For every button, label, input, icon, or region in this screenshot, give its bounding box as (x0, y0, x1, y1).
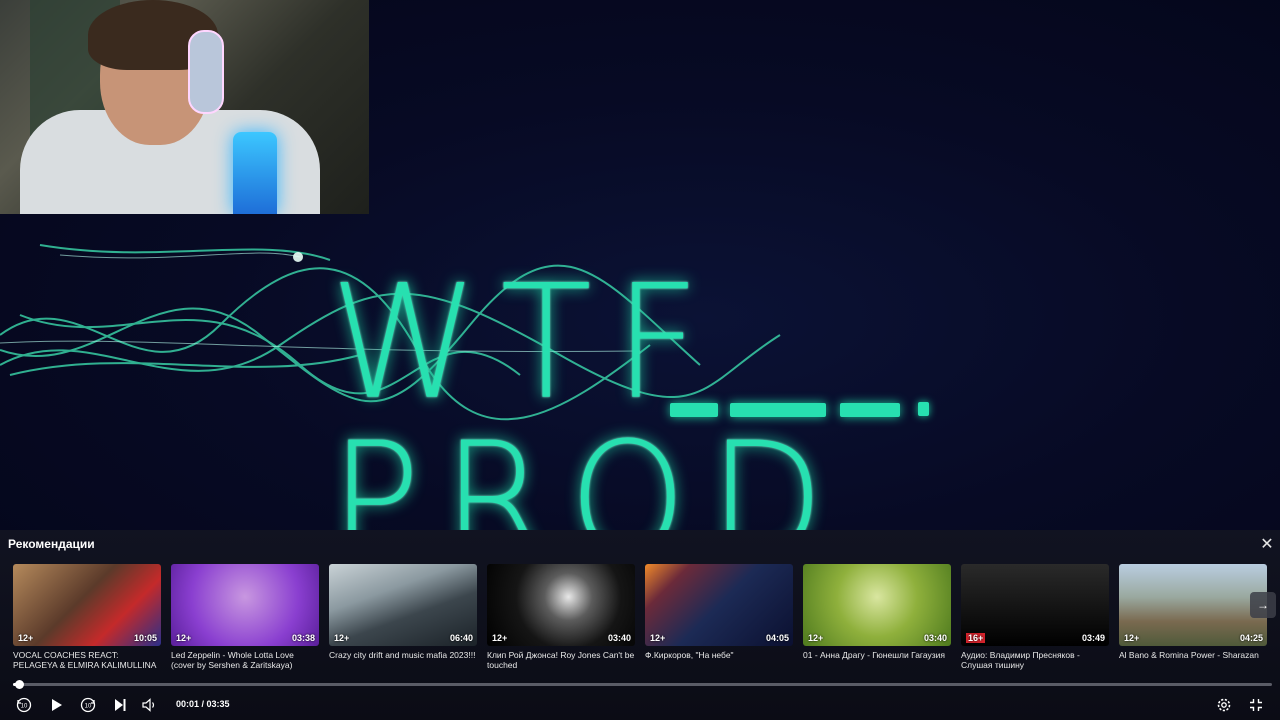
duration-badge: 04:25 (1239, 633, 1263, 643)
progress-bar[interactable] (13, 680, 1272, 689)
rewind-10-icon[interactable]: 10 (14, 696, 34, 714)
card-title[interactable]: Ф.Киркоров, "На небе" (645, 650, 793, 670)
time-display: 00:01 / 03:35 (176, 699, 230, 709)
video-thumbnail[interactable]: 12+ 10:05 (13, 564, 161, 646)
age-rating-badge: 12+ (492, 633, 508, 643)
recommendation-card[interactable]: 12+ 03:40 01 - Анна Драгу - Гюнешли Гага… (803, 564, 951, 670)
arrow-right-icon[interactable]: → (1250, 592, 1276, 618)
duration-badge: 04:05 (765, 633, 789, 643)
brand-logo-text: WTF PROD (330, 251, 847, 530)
webcam-overlay (0, 0, 369, 214)
video-thumbnail[interactable]: 12+ 03:40 (803, 564, 951, 646)
video-thumbnail[interactable]: 12+ 03:40 (487, 564, 635, 646)
age-rating-badge: 12+ (176, 633, 192, 643)
svg-text:10: 10 (21, 704, 28, 710)
card-title[interactable]: Аудио: Владимир Пресняков - Слушая тишин… (961, 650, 1109, 670)
svg-text:10: 10 (85, 704, 92, 710)
video-thumbnail[interactable]: 12+ 04:25 (1119, 564, 1267, 646)
card-title[interactable]: VOCAL COACHES REACT: PELAGEYA & ELMIRA K… (13, 650, 161, 670)
duration-badge: 03:40 (923, 633, 947, 643)
volume-icon[interactable] (140, 696, 160, 714)
recommendation-card[interactable]: 12+ 04:05 Ф.Киркоров, "На небе" (645, 564, 793, 670)
recommendation-card[interactable]: 12+ 10:05 VOCAL COACHES REACT: PELAGEYA … (13, 564, 161, 670)
close-icon[interactable]: ✕ (1259, 537, 1275, 553)
age-rating-badge: 12+ (334, 633, 350, 643)
gear-icon[interactable] (1214, 696, 1234, 714)
recommendations-list: 12+ 10:05 VOCAL COACHES REACT: PELAGEYA … (13, 564, 1280, 674)
recommendation-card[interactable]: 16+ 03:49 Аудио: Владимир Пресняков - Сл… (961, 564, 1109, 670)
card-title[interactable]: Crazy city drift and music mafia 2023!!! (329, 650, 477, 670)
recommendation-card[interactable]: 12+ 04:25 Al Bano & Romina Power - Shara… (1119, 564, 1267, 670)
video-thumbnail[interactable]: 12+ 06:40 (329, 564, 477, 646)
duration-badge: 03:49 (1081, 633, 1105, 643)
recommendation-card[interactable]: 12+ 03:38 Led Zeppelin - Whole Lotta Lov… (171, 564, 319, 670)
duration-badge: 03:40 (607, 633, 631, 643)
card-title[interactable]: Led Zeppelin - Whole Lotta Love (cover b… (171, 650, 319, 670)
video-thumbnail[interactable]: 12+ 04:05 (645, 564, 793, 646)
age-rating-badge: 16+ (966, 633, 986, 643)
card-title[interactable]: Al Bano & Romina Power - Sharazan (1119, 650, 1267, 670)
duration-badge: 03:38 (291, 633, 315, 643)
play-icon[interactable] (46, 696, 66, 714)
card-title[interactable]: Клип Рой Джонса! Roy Jones Can't be touc… (487, 650, 635, 670)
video-thumbnail[interactable]: 16+ 03:49 (961, 564, 1109, 646)
duration-badge: 10:05 (133, 633, 157, 643)
age-rating-badge: 12+ (18, 633, 34, 643)
age-rating-badge: 12+ (1124, 633, 1140, 643)
age-rating-badge: 12+ (808, 633, 824, 643)
duration-badge: 06:40 (449, 633, 473, 643)
forward-10-icon[interactable]: 10 (78, 696, 98, 714)
recommendations-panel: Рекомендации ✕ 12+ 10:05 VOCAL COACHES R… (0, 530, 1280, 720)
skip-next-icon[interactable] (110, 696, 130, 714)
video-thumbnail[interactable]: 12+ 03:38 (171, 564, 319, 646)
age-rating-badge: 12+ (650, 633, 666, 643)
recommendation-card[interactable]: 12+ 03:40 Клип Рой Джонса! Roy Jones Can… (487, 564, 635, 670)
fullscreen-icon[interactable] (1246, 696, 1266, 714)
brand-dot (918, 402, 929, 416)
recommendation-card[interactable]: 12+ 06:40 Crazy city drift and music maf… (329, 564, 477, 670)
video-canvas[interactable]: WTF PROD (0, 0, 1280, 530)
recommendations-title: Рекомендации (8, 537, 95, 551)
card-title[interactable]: 01 - Анна Драгу - Гюнешли Гагаузия (803, 650, 951, 670)
